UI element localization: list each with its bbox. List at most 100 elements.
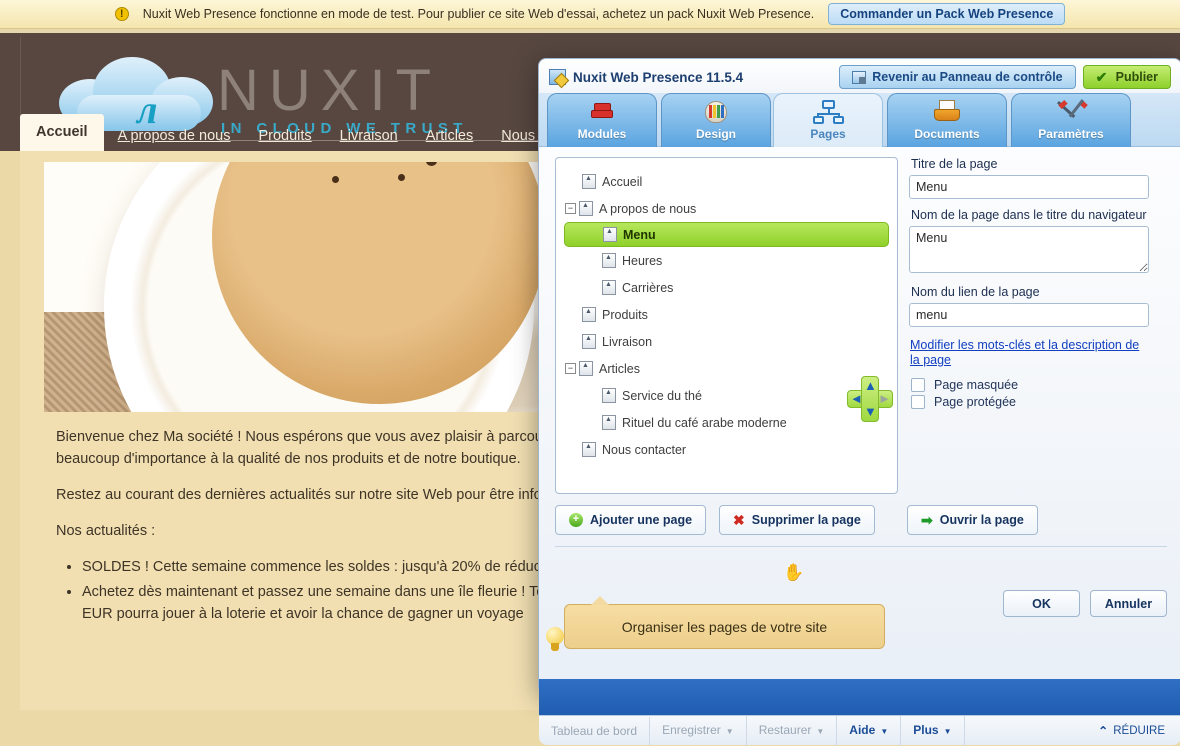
statusbar-label: Restaurer (758, 722, 812, 737)
statusbar-item-plus[interactable]: Plus ▼ (901, 715, 965, 746)
open-page-button[interactable]: ➡ Ouvrir la page (907, 505, 1038, 535)
open-page-label: Ouvrir la page (939, 513, 1024, 527)
green-arrow-icon: ➡ (921, 511, 933, 528)
site-nav-produits[interactable]: Produits (244, 121, 325, 151)
tree-item-label: Articles (599, 361, 640, 376)
move-left-arrow-icon[interactable]: ◄ (850, 392, 863, 405)
back-to-control-panel-button[interactable]: Revenir au Panneau de contrôle (839, 65, 1076, 89)
page-icon (579, 201, 593, 216)
tree-item-heures[interactable]: Heures (556, 247, 897, 274)
move-page-widget[interactable]: ▲ ▼ ◄ ► (847, 376, 893, 422)
tab-modules[interactable]: Modules (547, 93, 657, 147)
browser-title-label: Nom de la page dans le titre du navigate… (911, 208, 1147, 222)
tree-item-a-propos-de-nous[interactable]: − A propos de nous (556, 195, 897, 222)
tab-modules-label: Modules (577, 127, 627, 141)
add-page-button[interactable]: + Ajouter une page (555, 505, 707, 535)
ok-button[interactable]: OK (1003, 590, 1080, 617)
divider (555, 546, 1167, 547)
tree-item-label: Livraison (602, 334, 653, 349)
dialog-header-buttons: Revenir au Panneau de contrôle ✔ Publier (839, 65, 1171, 89)
protected-page-label: Page protégée (934, 395, 1017, 409)
app-icon (549, 69, 566, 85)
chevron-up-icon: ⌃ (1098, 723, 1109, 738)
delete-page-label: Supprimer la page (751, 513, 861, 527)
move-down-arrow-icon[interactable]: ▼ (864, 405, 877, 418)
delete-page-button[interactable]: ✖ Supprimer la page (719, 505, 875, 535)
tree-item-accueil[interactable]: Accueil (556, 168, 897, 195)
reduce-button[interactable]: ⌃ RÉDUIRE (1098, 724, 1180, 738)
page-action-buttons: + Ajouter une page ✖ Supprimer la page ➡… (555, 505, 1167, 537)
dialog-tabbar: Modules Design Pages Documents Paramètre… (539, 93, 1180, 147)
expander-toggle[interactable]: − (565, 363, 576, 374)
lightbulb-icon (546, 627, 564, 653)
tab-settings[interactable]: Paramètres (1011, 93, 1131, 147)
tree-item-nous-contacter[interactable]: Nous contacter (556, 436, 897, 463)
tree-item-label: Menu (623, 227, 656, 242)
page-icon (579, 361, 593, 376)
move-up-arrow-icon[interactable]: ▲ (864, 379, 877, 392)
checkmark-icon: ✔ (1095, 68, 1108, 85)
statusbar-item-restaurer[interactable]: Restaurer ▼ (747, 715, 838, 746)
tree-item-menu[interactable]: Menu (564, 222, 889, 247)
browser-title-input[interactable] (909, 226, 1149, 273)
site-nav-apropos[interactable]: A propos de nous (104, 121, 245, 151)
page-icon (603, 227, 617, 242)
statusbar-item-enregistrer[interactable]: Enregistrer ▼ (650, 715, 747, 746)
order-pack-button[interactable]: Commander un Pack Web Presence (828, 3, 1066, 25)
page-tree-panel[interactable]: Accueil − A propos de nous Menu Heures C… (555, 157, 898, 494)
chevron-down-icon[interactable]: ▼ (944, 727, 952, 736)
tree-item-label: Produits (602, 307, 648, 322)
tree-item-label: A propos de nous (599, 201, 697, 216)
page-icon (602, 280, 616, 295)
tree-item-label: Service du thé (622, 388, 702, 403)
settings-icon (1056, 98, 1088, 126)
tooltip: Organiser les pages de votre site (564, 596, 885, 649)
page-icon (602, 415, 616, 430)
link-name-input[interactable] (909, 303, 1149, 327)
statusbar-label: Aide (849, 722, 876, 737)
publish-button[interactable]: ✔ Publier (1082, 65, 1171, 89)
page-title-input[interactable] (909, 175, 1149, 199)
tree-item-label: Carrières (622, 280, 674, 295)
dialog-blue-band (539, 679, 1180, 717)
tab-documents[interactable]: Documents (887, 93, 1007, 147)
expander-toggle[interactable]: − (565, 203, 576, 214)
protected-page-checkbox[interactable] (911, 395, 925, 409)
chevron-down-icon[interactable]: ▼ (726, 727, 734, 736)
site-nav-articles[interactable]: Articles (412, 121, 488, 151)
add-page-label: Ajouter une page (590, 513, 693, 527)
tab-pages[interactable]: Pages (773, 93, 883, 147)
site-nav-accueil[interactable]: Accueil (20, 114, 104, 151)
page-icon (602, 253, 616, 268)
page-properties-form: Titre de la page Nom de la page dans le … (909, 157, 1175, 494)
cancel-button[interactable]: Annuler (1090, 590, 1167, 617)
tree-item-service-du-the[interactable]: Service du thé (556, 382, 897, 409)
tree-item-carrieres[interactable]: Carrières (556, 274, 897, 301)
statusbar-item-aide[interactable]: Aide ▼ (837, 715, 902, 746)
chevron-down-icon[interactable]: ▼ (816, 727, 824, 736)
publish-label: Publier (1115, 70, 1158, 84)
page-icon (582, 334, 596, 349)
tree-item-produits[interactable]: Produits (556, 301, 897, 328)
tree-item-label: Rituel du café arabe moderne (622, 415, 787, 430)
page-icon (582, 307, 596, 322)
page-icon (602, 388, 616, 403)
tree-item-livraison[interactable]: Livraison (556, 328, 897, 355)
protected-page-row[interactable]: Page protégée (911, 395, 1175, 409)
tree-item-rituel-du-cafe[interactable]: Rituel du café arabe moderne (556, 409, 897, 436)
statusbar-item-tableau-de-bord[interactable]: Tableau de bord (539, 716, 651, 745)
site-nav-livraison[interactable]: Livraison (326, 121, 412, 151)
move-right-arrow-icon: ► (878, 391, 891, 406)
chevron-down-icon[interactable]: ▼ (880, 727, 888, 736)
hidden-page-row[interactable]: Page masquée (911, 378, 1175, 392)
tab-design-label: Design (695, 127, 736, 141)
edit-keywords-link[interactable]: Modifier les mots-clés et la description… (910, 338, 1150, 368)
dialog-titlebar: Nuxit Web Presence 11.5.4 Revenir au Pan… (539, 59, 1180, 95)
hidden-page-checkbox[interactable] (911, 378, 925, 392)
coffee-cup-shape (104, 162, 546, 412)
tree-item-articles[interactable]: − Articles (556, 355, 897, 382)
coffee-crema (212, 162, 546, 404)
tree-item-label: Accueil (602, 174, 643, 189)
warning-icon: ! (114, 7, 129, 21)
tab-design[interactable]: Design (661, 93, 771, 147)
